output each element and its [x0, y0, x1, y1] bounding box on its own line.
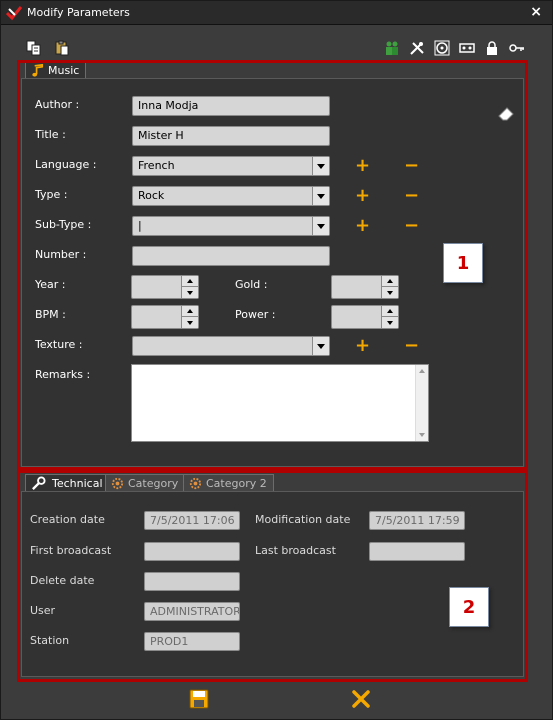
add-language-button[interactable]: + [355, 157, 370, 175]
user-field: ADMINISTRATOR [144, 602, 240, 621]
bpm-down-button[interactable] [182, 317, 198, 328]
save-floppy-icon [189, 689, 209, 709]
year-spinner[interactable] [131, 275, 199, 299]
language-value: French [138, 159, 175, 172]
people-icon[interactable] [383, 39, 401, 57]
wrench-icon [31, 476, 46, 491]
language-select[interactable]: French [132, 156, 330, 176]
window-title: Modify Parameters [27, 6, 130, 19]
station-field: PROD1 [144, 632, 240, 651]
tab-category-label: Category [128, 477, 179, 490]
last-broadcast-label: Last broadcast [255, 544, 336, 557]
cancel-x-icon [352, 690, 370, 708]
author-label: Author : [35, 98, 80, 111]
gold-up-button[interactable] [382, 276, 398, 287]
remarks-scrollbar[interactable] [415, 365, 428, 441]
bpm-up-button[interactable] [182, 306, 198, 317]
modify-parameters-window: Modify Parameters × Music Author : Inna … [0, 0, 553, 720]
gold-label: Gold : [235, 278, 268, 291]
first-broadcast-label: First broadcast [30, 544, 112, 557]
year-label: Year : [35, 278, 66, 291]
tape-icon[interactable] [458, 39, 476, 57]
power-label: Power : [235, 308, 276, 321]
bpm-label: BPM : [35, 308, 66, 321]
remove-type-button[interactable]: − [404, 187, 419, 205]
title-label: Title : [35, 128, 66, 141]
delete-date-field [144, 572, 240, 591]
remove-language-button[interactable]: − [404, 157, 419, 175]
chevron-down-icon[interactable] [312, 187, 329, 205]
last-broadcast-field [369, 542, 465, 561]
paste-icon[interactable] [53, 39, 71, 57]
type-value: Rock [138, 189, 165, 202]
tools-icon[interactable] [408, 39, 426, 57]
add-type-button[interactable]: + [355, 187, 370, 205]
category-gear-icon [110, 476, 125, 491]
key-icon[interactable] [508, 39, 526, 57]
number-field[interactable] [132, 246, 330, 266]
tab-music-label: Music [48, 64, 80, 77]
power-spinner[interactable] [331, 305, 399, 329]
subtype-value: | [138, 219, 142, 232]
number-label: Number : [35, 248, 87, 261]
tab-category-2-label: Category 2 [206, 477, 267, 490]
author-field[interactable]: Inna Modja [132, 96, 330, 116]
year-down-button[interactable] [182, 287, 198, 298]
chevron-down-icon[interactable] [312, 157, 329, 175]
remove-subtype-button[interactable]: − [404, 217, 419, 235]
gold-down-button[interactable] [382, 287, 398, 298]
subtype-select[interactable]: | [132, 216, 330, 236]
creation-date-label: Creation date [30, 513, 105, 526]
save-button[interactable] [189, 689, 209, 709]
copy-icon[interactable] [25, 39, 43, 57]
power-up-button[interactable] [382, 306, 398, 317]
creation-date-field: 7/5/2011 17:06 [144, 511, 240, 530]
type-select[interactable]: Rock [132, 186, 330, 206]
title-field[interactable]: Mister H [132, 126, 330, 146]
year-up-button[interactable] [182, 276, 198, 287]
title-bar[interactable]: Modify Parameters × [1, 1, 552, 25]
chevron-down-icon[interactable] [312, 217, 329, 235]
disc-icon[interactable] [433, 39, 451, 57]
action-bar [1, 685, 552, 719]
tab-technical-label: Technical [52, 477, 103, 490]
eraser-icon[interactable] [496, 103, 516, 123]
remove-texture-button[interactable]: − [404, 337, 419, 355]
delete-date-label: Delete date [30, 574, 95, 587]
language-label: Language : [35, 158, 97, 171]
subtype-label: Sub-Type : [35, 218, 92, 231]
close-window-button[interactable]: × [530, 4, 542, 20]
tab-technical[interactable]: Technical [25, 474, 110, 492]
type-label: Type : [35, 188, 68, 201]
remarks-label: Remarks : [35, 368, 91, 381]
cancel-button[interactable] [351, 689, 371, 709]
station-label: Station [30, 634, 70, 647]
callout-2: 2 [449, 587, 489, 627]
tab-category[interactable]: Category [105, 474, 186, 492]
bpm-spinner[interactable] [131, 305, 199, 329]
add-subtype-button[interactable]: + [355, 217, 370, 235]
callout-1: 1 [443, 243, 483, 283]
add-texture-button[interactable]: + [355, 337, 370, 355]
modification-date-label: Modification date [255, 513, 351, 526]
music-note-icon [30, 63, 45, 78]
texture-select[interactable] [132, 336, 330, 356]
remarks-textarea[interactable] [131, 364, 429, 442]
chevron-down-icon[interactable] [312, 337, 329, 355]
gold-spinner[interactable] [331, 275, 399, 299]
app-check-icon [5, 5, 23, 21]
tab-category-2[interactable]: Category 2 [183, 474, 274, 492]
texture-label: Texture : [35, 338, 83, 351]
first-broadcast-field [144, 542, 240, 561]
modification-date-field: 7/5/2011 17:59 [369, 511, 465, 530]
category-gear-icon [188, 476, 203, 491]
tab-music[interactable]: Music [25, 61, 87, 79]
power-down-button[interactable] [382, 317, 398, 328]
user-label: User [30, 604, 56, 617]
lock-icon[interactable] [483, 39, 501, 57]
